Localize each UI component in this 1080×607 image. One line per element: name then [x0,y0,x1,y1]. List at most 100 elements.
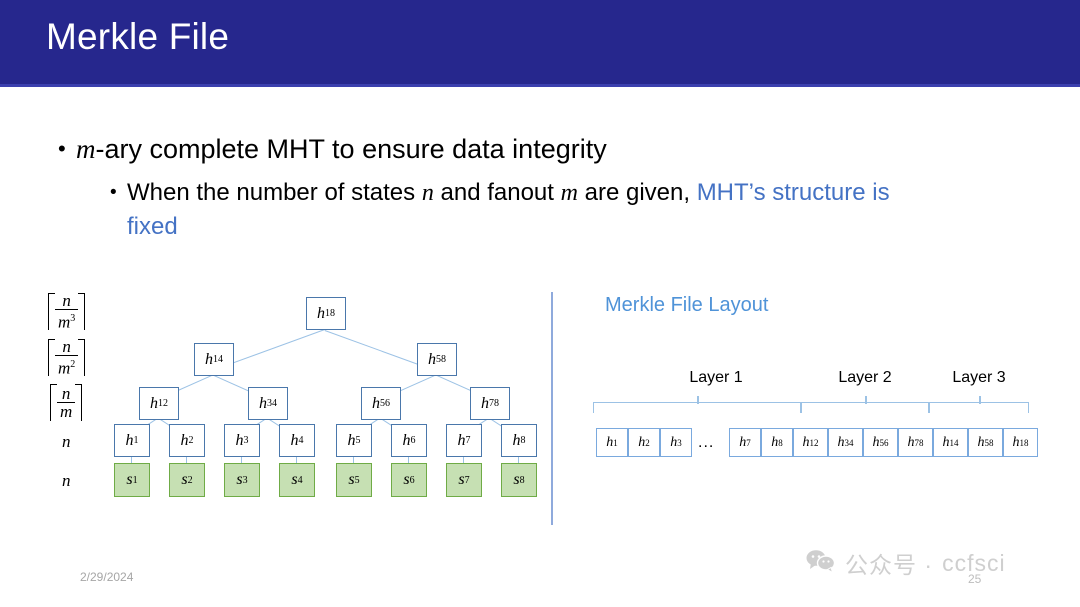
merkle-tree-diagram: n m3 n m2 nm n n h 18 h 14 h 58 h 12 h 34 h 56 h… [0,0,551,607]
node-sub: 6 [410,435,416,446]
node-label: h [125,431,134,449]
node-label: h [428,350,436,368]
node-sub: 3 [243,435,249,446]
tree-node-h56: h 56 [361,387,401,420]
tree-node-h6: h6 [391,424,427,457]
file-box-h58: h 58 [968,428,1003,457]
node-sub: 18 [325,308,335,319]
node-label: h [481,394,489,412]
page-number: 25 [968,572,982,586]
node-label: h [402,431,411,449]
node-label: h [512,431,521,449]
layer-bracket-3 [929,396,1029,413]
node-label: h [235,431,244,449]
node-sub: 56 [380,398,390,409]
file-box-h1: h1 [596,428,628,457]
file-box-h3: h3 [660,428,692,457]
node-sub: 7 [465,435,471,446]
bracket-tick [697,396,699,404]
box-label: h [977,434,985,450]
state-node-s4: s4 [279,463,315,497]
row-label-m2: n m2 [48,338,86,378]
node-sub: 8 [519,474,525,486]
tree-node-h1: h1 [114,424,150,457]
node-sub: 4 [297,474,303,486]
box-label: h [837,434,845,450]
file-box-h2: h2 [628,428,660,457]
node-label: h [347,431,356,449]
box-label: h [942,434,950,450]
state-node-s6: s6 [391,463,427,497]
node-sub: 5 [355,435,361,446]
node-sub: 14 [213,354,223,365]
tree-node-h18: h 18 [306,297,346,330]
state-node-s3: s3 [224,463,260,497]
layer-bracket-1 [593,396,801,413]
node-label: h [317,304,325,322]
box-sub: 8 [778,437,783,448]
layer-label-1: Layer 1 [689,369,743,386]
box-sub: 18 [1019,437,1029,448]
tree-node-h2: h2 [169,424,205,457]
box-label: h [802,434,810,450]
box-sub: 34 [844,437,854,448]
box-label: h [1012,434,1020,450]
merkle-file-layout-diagram: Merkle File Layout Layer 1 Layer 2 Layer… [551,0,1080,607]
box-label: h [907,434,915,450]
node-sub: 2 [188,435,194,446]
box-sub: 78 [914,437,924,448]
box-sub: 12 [809,437,819,448]
file-box-h18: h 18 [1003,428,1038,457]
node-label: h [150,394,158,412]
node-label: h [372,394,380,412]
tree-node-h8: h8 [501,424,537,457]
box-label: h [606,434,614,450]
file-box-h12: h 12 [793,428,828,457]
state-node-s5: s5 [336,463,372,497]
tree-node-h34: h 34 [248,387,288,420]
tree-node-h58: h 58 [417,343,457,376]
box-sub: 1 [613,437,618,448]
file-box-h56: h 56 [863,428,898,457]
layer-bracket-2 [801,396,929,413]
state-node-s7: s7 [446,463,482,497]
state-node-s8: s8 [501,463,537,497]
tree-node-h12: h 12 [139,387,179,420]
node-label: h [457,431,466,449]
box-label: h [739,434,747,450]
node-sub: 6 [409,474,415,486]
node-sub: 4 [298,435,304,446]
file-box-h8: h8 [761,428,793,457]
state-node-s2: s2 [169,463,205,497]
row-label-n-state: n [62,471,71,490]
box-sub: 7 [746,437,751,448]
node-sub: 58 [436,354,446,365]
tree-node-h7: h7 [446,424,482,457]
node-sub: 8 [520,435,526,446]
file-box-h34: h 34 [828,428,863,457]
layer-label-3: Layer 3 [952,369,1006,386]
box-label: h [670,434,678,450]
file-box-h78: h 78 [898,428,933,457]
node-label: h [290,431,299,449]
node-sub: 1 [133,435,139,446]
node-sub: 2 [187,474,193,486]
layer-label-2: Layer 2 [838,369,892,386]
row-label-m1: nm [50,384,83,421]
bracket-tick [979,396,981,404]
row-label-m3: n m3 [48,292,86,332]
node-label: h [180,431,189,449]
node-sub: 7 [464,474,470,486]
node-label: h [205,350,213,368]
file-box-h14: h 14 [933,428,968,457]
tree-edge [219,328,325,369]
node-sub: 34 [267,398,277,409]
tree-node-h78: h 78 [470,387,510,420]
tree-edge [324,330,431,370]
footer-date: 2/29/2024 [80,570,134,584]
tree-node-h3: h3 [224,424,260,457]
tree-node-h5: h5 [336,424,372,457]
box-label: h [638,434,646,450]
node-sub: 3 [242,474,248,486]
box-label: h [771,434,779,450]
